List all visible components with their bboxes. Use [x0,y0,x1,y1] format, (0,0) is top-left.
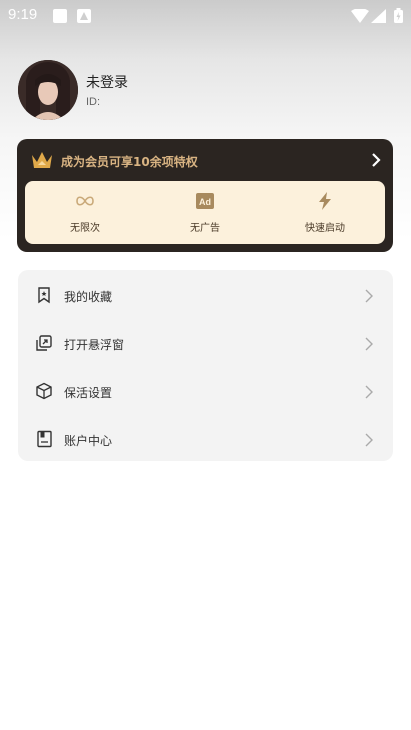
vip-perks-panel: 无限次 Ad 无广告 快速启动 [25,181,385,244]
floating-window-icon [35,334,53,352]
signal-icon [371,8,386,27]
vip-title: 成为会员可享10余项特权 [61,155,198,169]
app-notification-icon [77,8,91,27]
status-bar: 9:19 [0,0,411,30]
menu-item-floating-window[interactable]: 打开悬浮窗 [18,320,393,366]
bookmark-icon [35,286,53,304]
chevron-right-icon [365,432,373,447]
perk-label: 无广告 [190,223,220,234]
menu-item-account-center[interactable]: 账户中心 [18,416,393,462]
username: 未登录 [86,75,128,91]
infinity-icon [75,191,95,211]
profile-header[interactable]: 未登录 ID: [18,60,398,124]
wifi-icon [351,8,369,27]
perk-no-ads: Ad 无广告 [145,181,265,244]
user-id: ID: [86,96,101,108]
status-time: 9:19 [8,6,38,23]
crown-icon [31,150,53,174]
avatar[interactable] [18,60,78,120]
chevron-right-icon [371,152,381,171]
battery-icon [394,8,403,27]
menu-item-label: 账户中心 [64,434,113,448]
menu-item-label: 我的收藏 [64,290,113,304]
lightning-icon [315,191,335,211]
chevron-right-icon [365,384,373,399]
perk-label: 无限次 [70,223,100,234]
notification-square-icon [52,8,68,28]
chevron-right-icon [365,336,373,351]
menu-item-keepalive-settings[interactable]: 保活设置 [18,368,393,414]
menu-item-favorites[interactable]: 我的收藏 [18,272,393,318]
menu-card: 我的收藏 打开悬浮窗 保活设置 账户中心 [18,270,393,461]
menu-item-label: 打开悬浮窗 [64,338,125,352]
perk-unlimited: 无限次 [25,181,145,244]
chevron-right-icon [365,288,373,303]
ad-icon: Ad [195,191,215,211]
account-book-icon [35,430,53,448]
cube-icon [35,382,53,400]
svg-text:Ad: Ad [199,197,211,207]
menu-item-label: 保活设置 [64,386,113,400]
perk-label: 快速启动 [305,223,345,234]
perk-fast-launch: 快速启动 [265,181,385,244]
vip-card[interactable]: 成为会员可享10余项特权 无限次 Ad 无广告 快速启动 [17,139,393,252]
